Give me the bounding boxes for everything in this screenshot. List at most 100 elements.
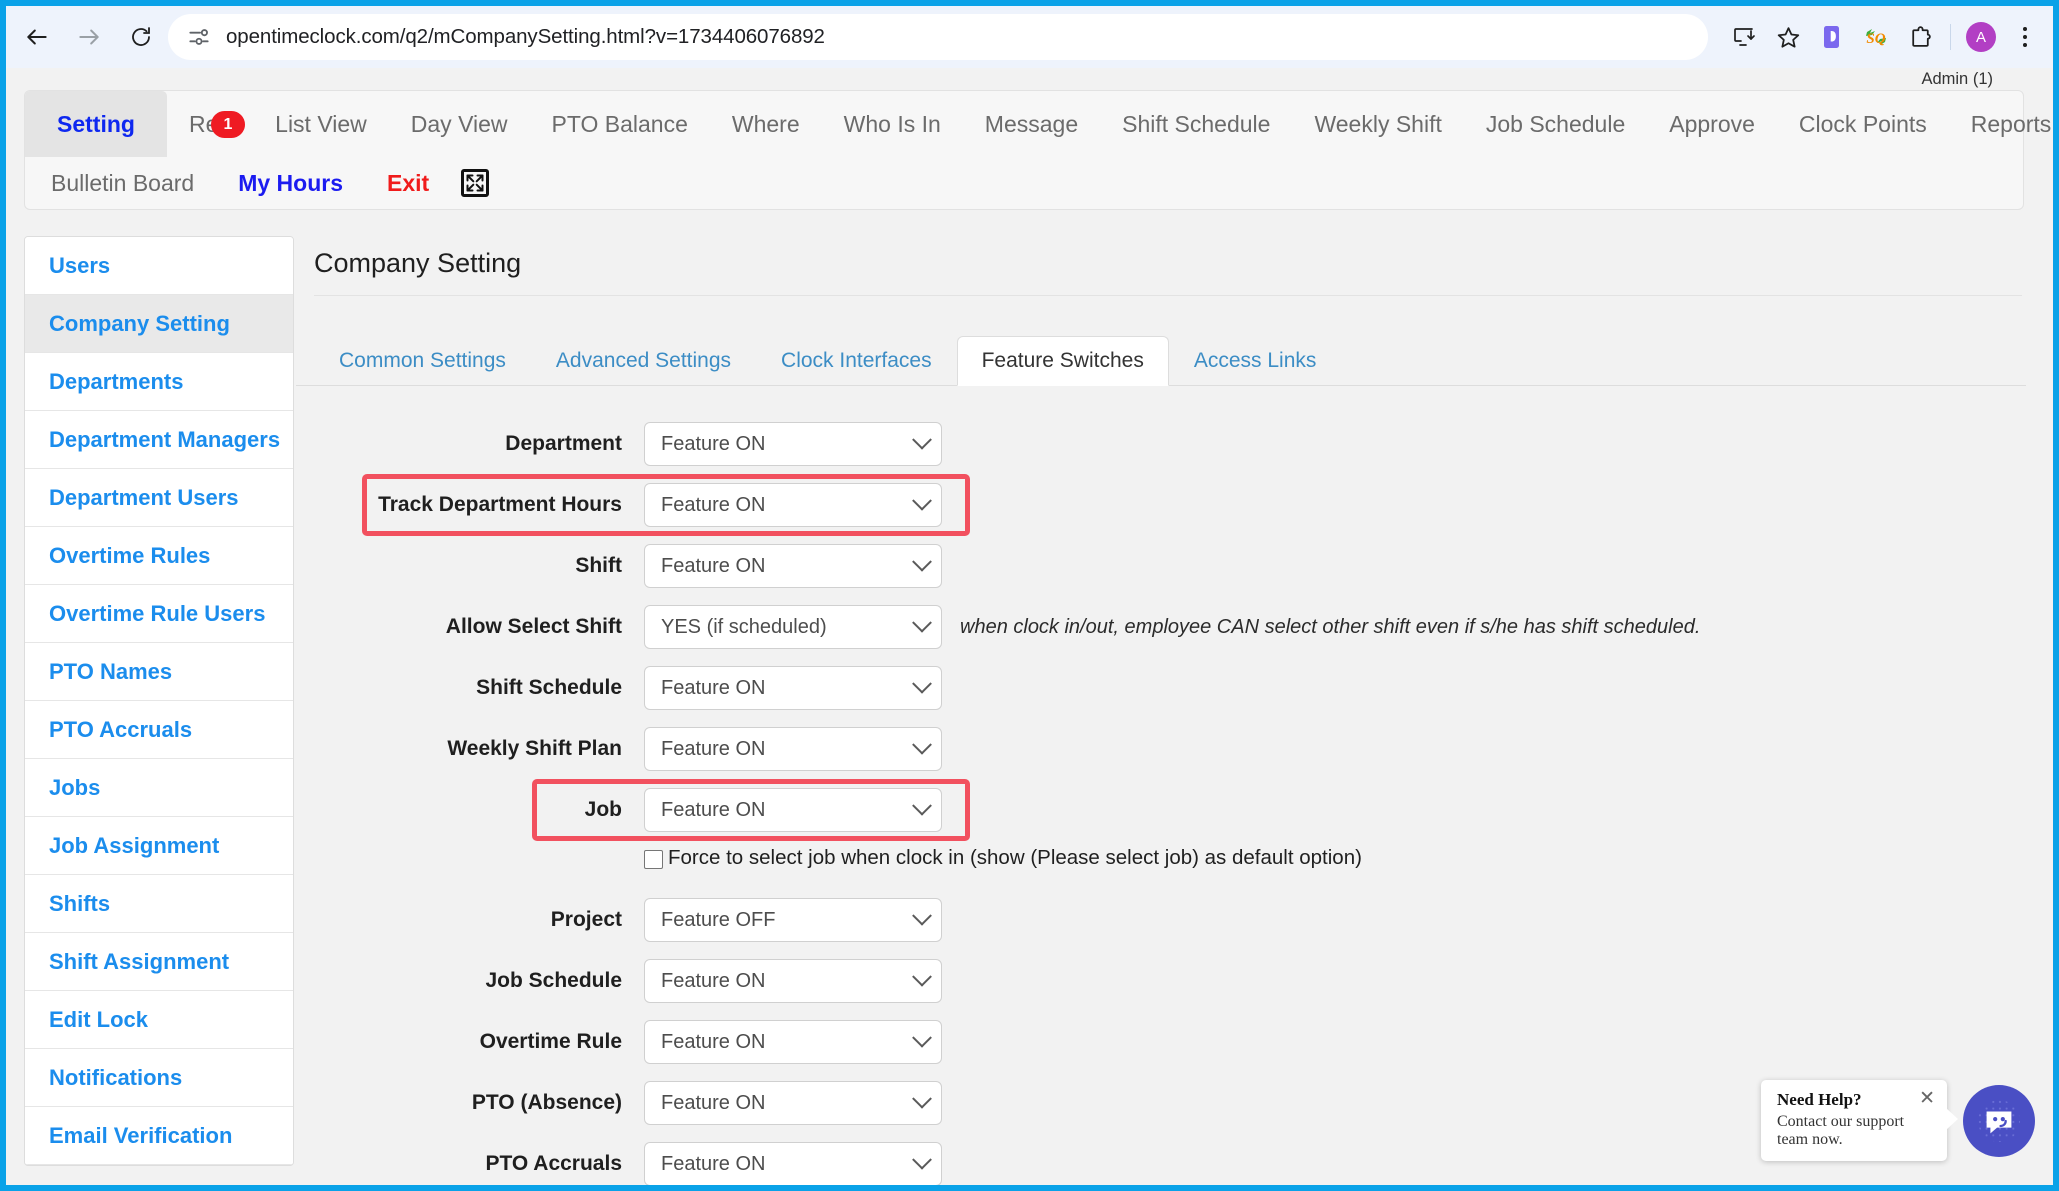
forward-arrow-icon[interactable] (68, 16, 110, 58)
nav-tab-approve[interactable]: Approve (1647, 91, 1777, 157)
close-icon[interactable]: ✕ (1919, 1089, 1935, 1108)
select-department[interactable]: Feature ON (644, 422, 942, 466)
sidebar-item-email-verification[interactable]: Email Verification (25, 1107, 293, 1165)
label-shift: Shift (575, 554, 622, 577)
tab-access-links[interactable]: Access Links (1169, 336, 1342, 386)
form-row-project: Project Feature OFF (296, 894, 2026, 946)
nav-link-bulletin-board[interactable]: Bulletin Board (29, 170, 216, 197)
sidebar-item-edit-lock[interactable]: Edit Lock (25, 991, 293, 1049)
sidebar-item-jobs[interactable]: Jobs (25, 759, 293, 817)
form-row-allow-select-shift: Allow Select Shift YES (if scheduled) when… (296, 601, 2026, 653)
nav-link-exit[interactable]: Exit (365, 170, 451, 197)
sidebar-item-notifications[interactable]: Notifications (25, 1049, 293, 1107)
feature-rows-top: Department Feature ON Track Department Hou… (296, 418, 2026, 836)
sidebar-item-label: Job Assignment (49, 832, 220, 858)
sidebar-item-company-setting[interactable]: Company Setting (25, 295, 293, 353)
extension-sq-icon[interactable]: SQ (1854, 15, 1898, 59)
sidebar-item-pto-names[interactable]: PTO Names (25, 643, 293, 701)
reload-icon[interactable] (120, 16, 162, 58)
sidebar-item-department-managers[interactable]: Department Managers (25, 411, 293, 469)
select-weekly-shift-plan[interactable]: Feature ON (644, 727, 942, 771)
nav-tab-pto-balance[interactable]: PTO Balance (530, 91, 710, 157)
tab-feature-switches[interactable]: Feature Switches (956, 336, 1169, 386)
fullscreen-expand-icon[interactable] (461, 169, 490, 197)
sidebar-item-label: Jobs (49, 774, 101, 800)
app-nav-row-primary: Setting Req1 List View Day View PTO Balance W… (25, 91, 2051, 157)
sidebar-item-departments[interactable]: Departments (25, 353, 293, 411)
nav-tab-weekly-shift[interactable]: Weekly Shift (1292, 91, 1463, 157)
select-shift-schedule[interactable]: Feature ON (644, 666, 942, 710)
sidebar-item-overtime-rule-users[interactable]: Overtime Rule Users (25, 585, 293, 643)
tab-label: Advanced Settings (555, 349, 732, 372)
chevron-down-icon (912, 1149, 932, 1170)
nav-tab-where[interactable]: Where (710, 91, 822, 157)
sidebar-item-overtime-rules[interactable]: Overtime Rules (25, 527, 293, 585)
web-page: Admin (1) Setting Req1 List View Day View PT… (6, 68, 2053, 1185)
chevron-down-icon (912, 429, 932, 450)
select-overtime-rule[interactable]: Feature ON (644, 1020, 942, 1064)
chat-subtitle: Contact our support team now. (1777, 1113, 1905, 1148)
sidebar-item-shifts[interactable]: Shifts (25, 875, 293, 933)
sidebar-item-pto-accruals[interactable]: PTO Accruals (25, 701, 293, 759)
svg-text:SQ: SQ (1866, 31, 1885, 47)
sidebar-item-job-assignment[interactable]: Job Assignment (25, 817, 293, 875)
nav-link-my-hours[interactable]: My Hours (216, 170, 365, 197)
nav-tab-label: Where (731, 110, 800, 137)
nav-tab-message[interactable]: Message (963, 91, 1100, 157)
select-pto-absence[interactable]: Feature ON (644, 1081, 942, 1125)
nav-link-label: My Hours (238, 169, 343, 196)
select-shift[interactable]: Feature ON (644, 544, 942, 588)
avatar-initial: A (1966, 22, 1996, 52)
select-project[interactable]: Feature OFF (644, 898, 942, 942)
sidebar-item-label: Shift Assignment (49, 948, 230, 974)
select-job[interactable]: Feature ON (644, 788, 942, 832)
nav-tab-clock-points[interactable]: Clock Points (1777, 91, 1949, 157)
nav-tab-reports[interactable]: Reports (1949, 91, 2053, 157)
label-job-schedule: Job Schedule (485, 969, 622, 992)
site-settings-icon[interactable] (186, 24, 212, 50)
three-dot-menu-icon[interactable] (2003, 15, 2047, 59)
chevron-down-icon (912, 612, 932, 633)
app-nav-row-secondary: Bulletin Board My Hours Exit (25, 157, 2023, 209)
nav-tab-day-view[interactable]: Day View (389, 91, 530, 157)
select-job-schedule[interactable]: Feature ON (644, 959, 942, 1003)
tab-clock-interfaces[interactable]: Clock Interfaces (756, 336, 957, 386)
back-arrow-icon[interactable] (16, 16, 58, 58)
nav-tab-job-schedule[interactable]: Job Schedule (1464, 91, 1647, 157)
select-allow-select-shift[interactable]: YES (if scheduled) (644, 605, 942, 649)
tab-advanced-settings[interactable]: Advanced Settings (531, 336, 756, 386)
sidebar-item-shift-assignment[interactable]: Shift Assignment (25, 933, 293, 991)
form-row-shift: Shift Feature ON (296, 540, 2026, 592)
admin-label: Admin (1) (1921, 70, 1993, 88)
nav-tab-who-is-in[interactable]: Who Is In (822, 91, 963, 157)
select-value: Feature ON (661, 676, 766, 699)
select-track-department-hours[interactable]: Feature ON (644, 483, 942, 527)
select-value: Feature ON (661, 737, 766, 760)
select-value: Feature ON (661, 1030, 766, 1053)
nav-tab-shift-schedule[interactable]: Shift Schedule (1100, 91, 1292, 157)
chevron-down-icon (912, 1088, 932, 1109)
nav-tab-label: Job Schedule (1485, 110, 1626, 137)
address-bar[interactable]: opentimeclock.com/q2/mCompanySetting.htm… (168, 14, 1708, 60)
avatar[interactable]: A (1959, 15, 2003, 59)
bookmark-star-icon[interactable] (1766, 15, 1810, 59)
nav-tab-req[interactable]: Req1 (167, 91, 253, 157)
nav-tab-setting[interactable]: Setting (25, 91, 167, 157)
form-row-job-schedule: Job Schedule Feature ON (296, 955, 2026, 1007)
select-value: Feature ON (661, 969, 766, 992)
extensions-puzzle-icon[interactable] (1898, 15, 1942, 59)
force-select-job-checkbox[interactable] (644, 849, 663, 869)
nav-tab-list-view[interactable]: List View (253, 91, 389, 157)
select-pto-accruals[interactable]: Feature ON (644, 1142, 942, 1185)
chevron-down-icon (912, 673, 932, 694)
chat-bubble-icon[interactable] (1963, 1084, 2035, 1157)
tab-common-settings[interactable]: Common Settings (314, 336, 531, 386)
extension-d-icon[interactable] (1810, 15, 1854, 59)
sidebar-item-users[interactable]: Users (25, 237, 293, 295)
install-app-icon[interactable] (1722, 15, 1766, 59)
sidebar-item-department-users[interactable]: Department Users (25, 469, 293, 527)
chevron-down-icon (912, 905, 932, 926)
app-nav: Setting Req1 List View Day View PTO Balance W… (24, 90, 2051, 210)
url-text: opentimeclock.com/q2/mCompanySetting.htm… (226, 25, 825, 48)
title-divider (314, 295, 2022, 296)
